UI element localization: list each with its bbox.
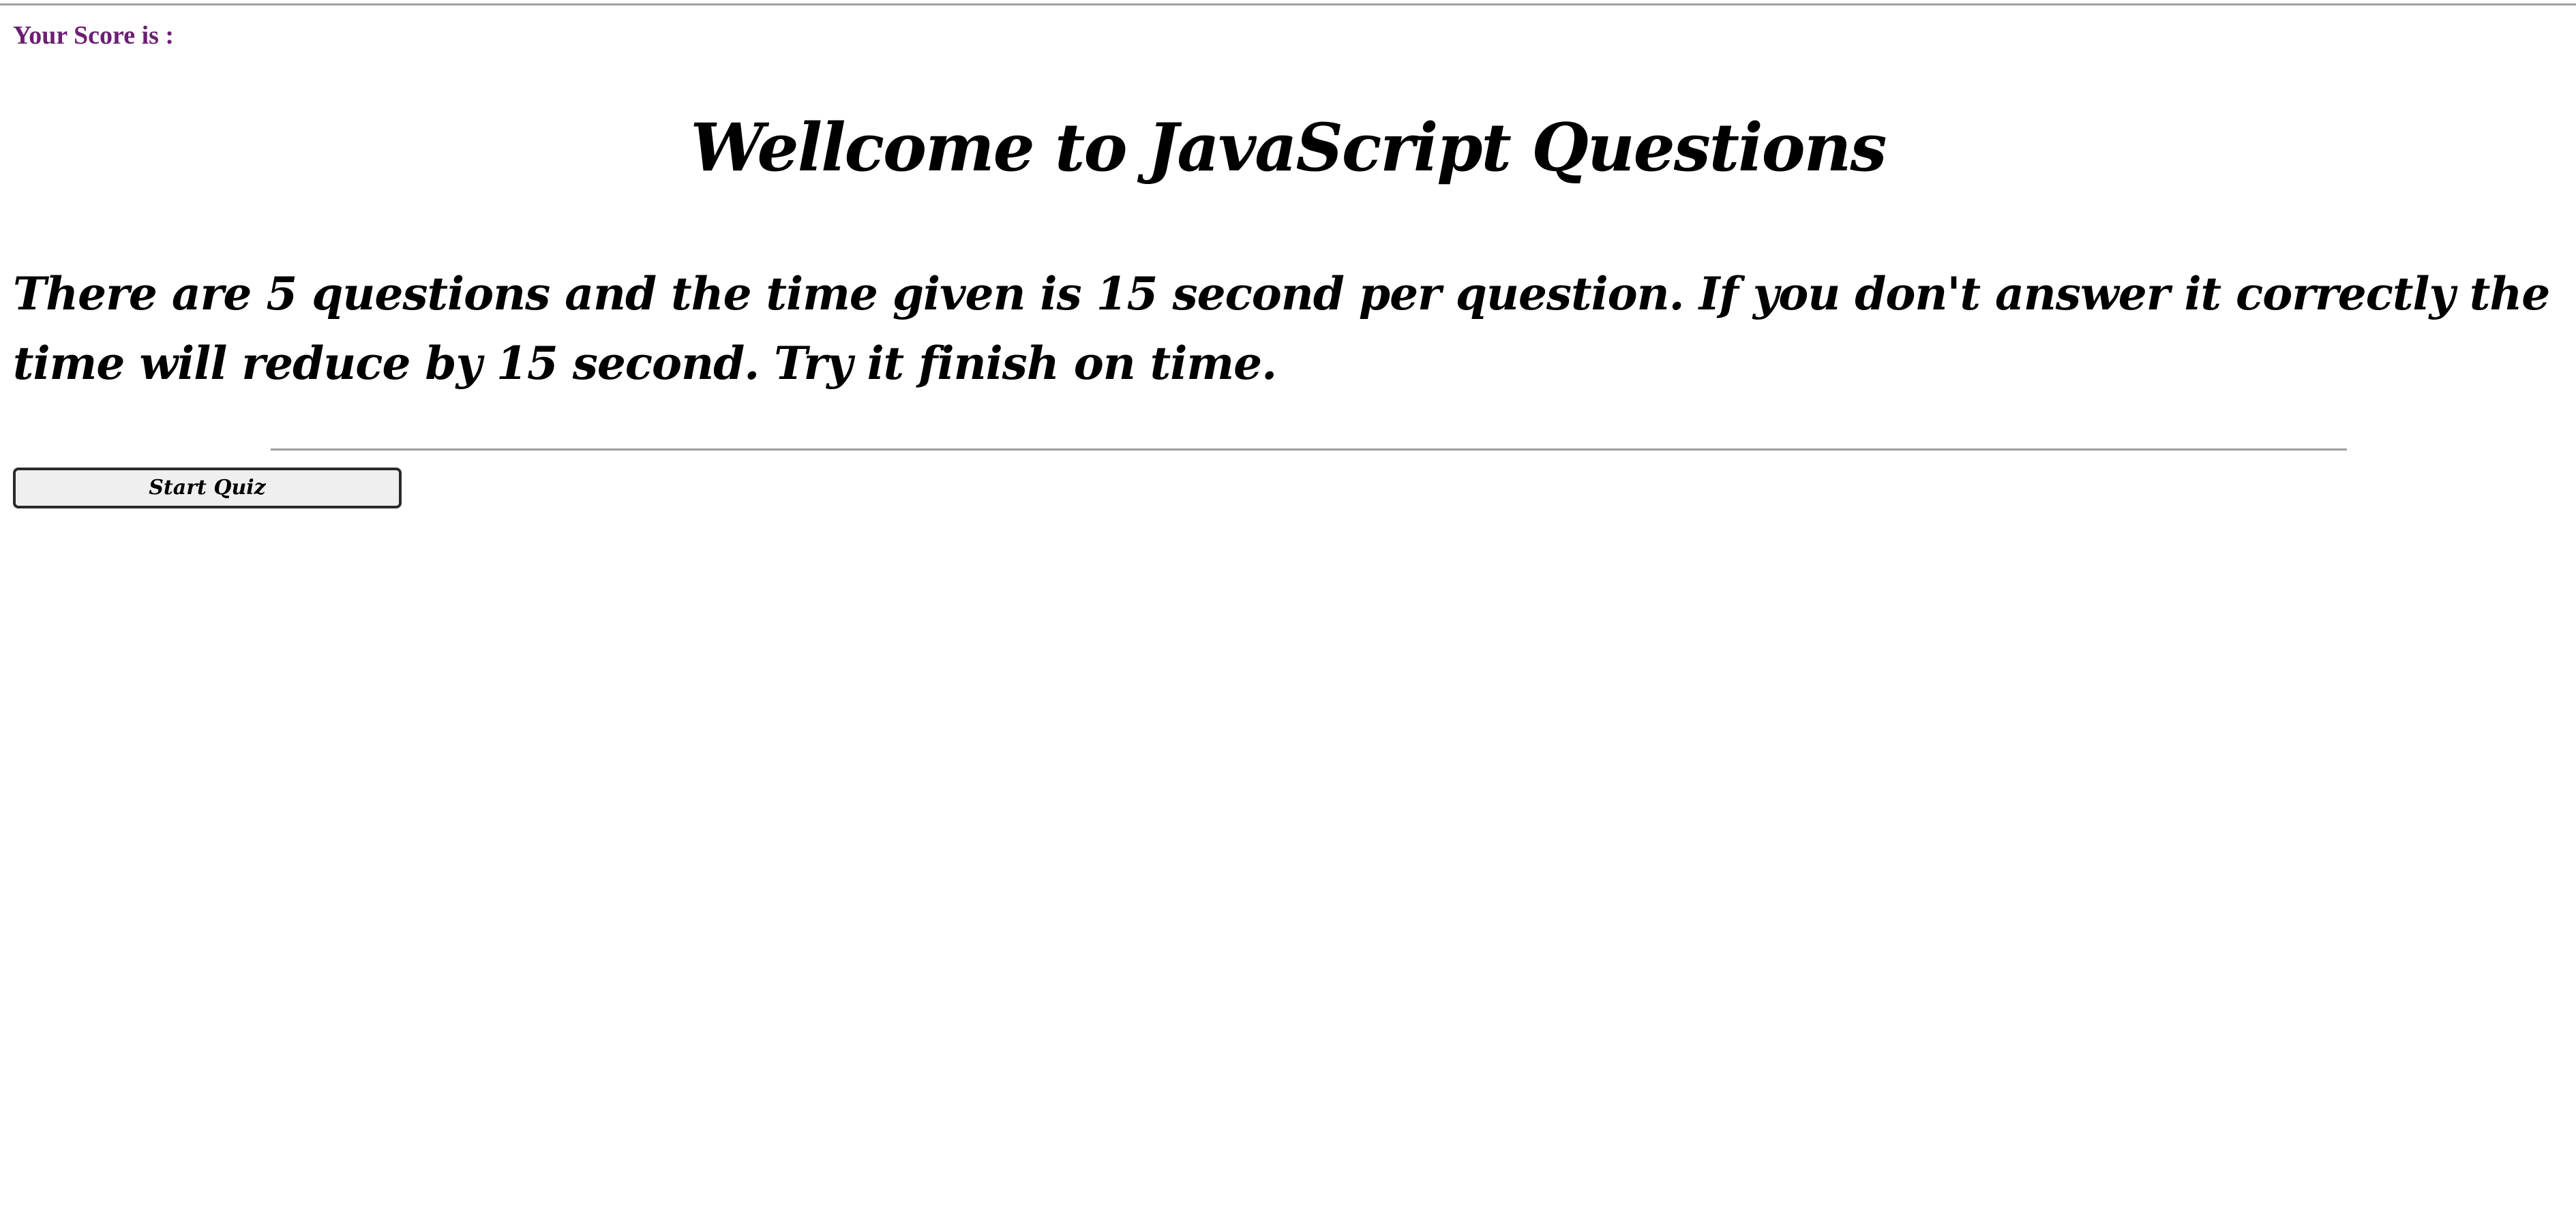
content-divider xyxy=(271,448,2347,451)
top-divider xyxy=(0,3,2576,5)
page-title: Wellcome to JavaScript Questions xyxy=(690,109,1887,186)
start-quiz-button[interactable]: Start Quiz xyxy=(13,468,402,508)
instructions-text: There are 5 questions and the time given… xyxy=(13,267,2550,390)
score-label: Your Score is : xyxy=(13,21,175,50)
